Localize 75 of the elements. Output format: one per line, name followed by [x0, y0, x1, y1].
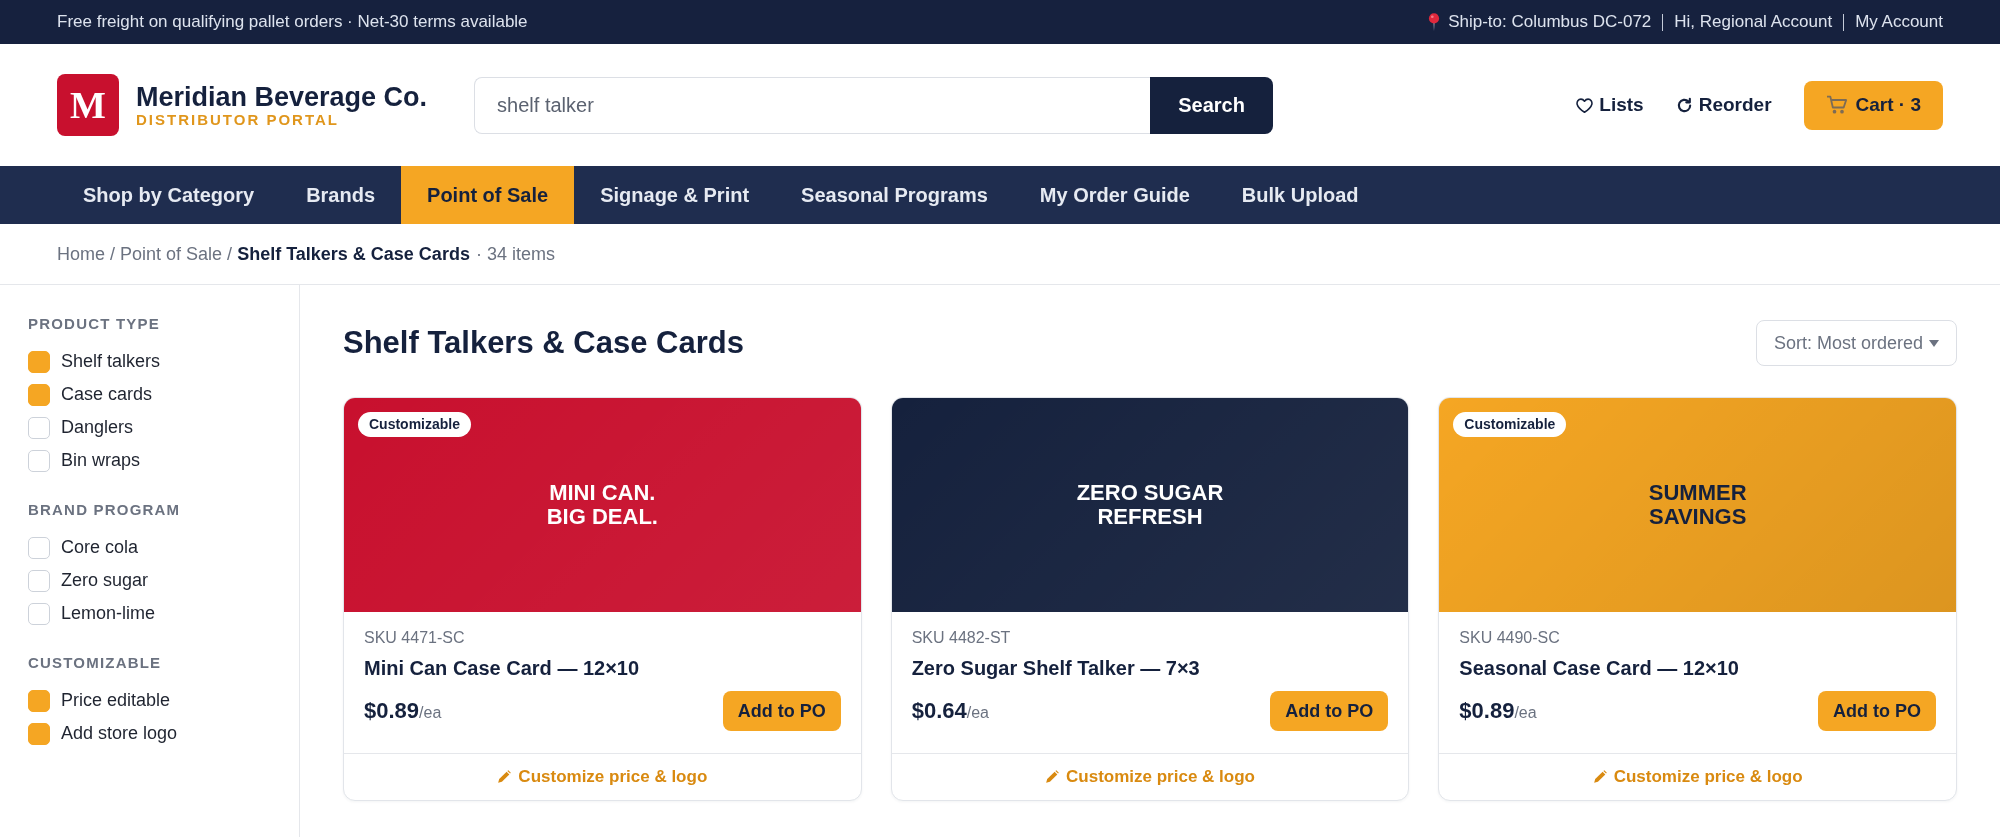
pencil-icon	[1045, 770, 1060, 784]
cart-button[interactable]: Cart · 3	[1803, 80, 1943, 130]
sku-text: SKU 4482-ST	[911, 628, 1012, 648]
product-name: Mini Can Case Card — 12×10	[364, 656, 641, 680]
customizable-badge: Customizable	[1453, 412, 1567, 437]
checkbox[interactable]	[28, 602, 50, 625]
cart-icon	[1825, 95, 1848, 115]
add-to-po-button[interactable]: Add to PO	[1818, 691, 1936, 731]
breadcrumb-link[interactable]: Point of Sale	[120, 243, 223, 265]
filter-option-label[interactable]: Add store logo	[61, 723, 178, 744]
greeting-text: Hi, Regional Account	[1674, 12, 1833, 32]
refresh-icon	[1675, 96, 1693, 114]
add-to-po-button[interactable]: Add to PO	[722, 691, 841, 731]
page-title: Shelf Talkers & Case Cards	[343, 325, 744, 361]
checkbox[interactable]	[28, 350, 50, 373]
brand-name: Meridian Beverage Co.	[136, 81, 428, 112]
checkbox[interactable]	[28, 536, 50, 559]
item-count: · 34 items	[475, 243, 555, 265]
filter-option-label[interactable]: Case cards	[61, 384, 153, 405]
promo-headline: SUMMER SAVINGS	[1648, 480, 1747, 530]
pencil-icon	[1592, 770, 1607, 784]
account-link[interactable]: My Account	[1855, 12, 1943, 32]
breadcrumb-current: Shelf Talkers & Case Cards	[237, 243, 470, 265]
product-name: Seasonal Case Card — 12×10	[1459, 656, 1740, 680]
nav-tab[interactable]: Bulk Upload	[1215, 166, 1385, 224]
checkbox[interactable]	[28, 449, 50, 472]
filter-option-label[interactable]: Lemon-lime	[61, 603, 156, 624]
ship-to-text: Ship-to: Columbus DC-072	[1448, 12, 1652, 32]
caret-icon	[1929, 339, 1939, 347]
filter-option-label[interactable]: Price editable	[61, 690, 171, 711]
nav-tab[interactable]: Seasonal Programs	[775, 166, 1014, 224]
add-to-po-button[interactable]: Add to PO	[1270, 691, 1389, 731]
lists-link[interactable]: Lists	[1576, 94, 1644, 116]
price: $0.64	[911, 698, 967, 724]
sku-text: SKU 4471-SC	[364, 628, 466, 648]
logo-mark: M	[57, 74, 119, 136]
filter-heading: BRAND PROGRAM	[28, 501, 182, 519]
pencil-icon	[497, 770, 512, 784]
nav-tab[interactable]: Point of Sale	[401, 166, 575, 224]
filter-heading: PRODUCT TYPE	[28, 315, 161, 333]
unit-label: /ea	[419, 704, 442, 722]
sort-dropdown[interactable]: Sort: Most ordered	[1755, 320, 1957, 366]
breadcrumb-link[interactable]: Home	[57, 243, 105, 265]
checkbox[interactable]	[28, 722, 50, 745]
breadcrumb-separator: /	[227, 243, 233, 265]
filter-option-label[interactable]: Core cola	[61, 537, 139, 558]
unit-label: /ea	[966, 704, 989, 722]
checkbox[interactable]	[28, 383, 50, 406]
nav-tab[interactable]: My Order Guide	[1013, 166, 1216, 224]
filter-heading: CUSTOMIZABLE	[28, 654, 163, 672]
checkbox[interactable]	[28, 689, 50, 712]
filter-option-label[interactable]: Shelf talkers	[61, 351, 161, 372]
nav-tab[interactable]: Signage & Print	[574, 166, 776, 224]
breadcrumb-separator: /	[110, 243, 116, 265]
unit-label: /ea	[1514, 704, 1537, 722]
product-name: Zero Sugar Shelf Talker — 7×3	[911, 656, 1201, 680]
heart-icon	[1576, 96, 1594, 114]
nav-tab[interactable]: Brands	[280, 166, 402, 224]
checkbox[interactable]	[28, 569, 50, 592]
promo-headline: ZERO SUGAR REFRESH	[1076, 480, 1224, 530]
search-field[interactable]: shelf talker	[474, 76, 1151, 134]
filter-option-label[interactable]: Bin wraps	[61, 450, 141, 471]
reorder-link[interactable]: Reorder	[1675, 94, 1772, 116]
checkbox[interactable]	[28, 416, 50, 439]
filter-option-label[interactable]: Zero sugar	[61, 570, 149, 591]
search-button[interactable]: Search	[1150, 76, 1274, 134]
price: $0.89	[364, 698, 420, 724]
sku-text: SKU 4490-SC	[1459, 628, 1561, 648]
filter-option-label[interactable]: Danglers	[61, 417, 134, 438]
brand-tagline: DISTRIBUTOR PORTAL	[136, 111, 339, 129]
promo-headline: MINI CAN. BIG DEAL.	[546, 480, 658, 530]
promo-text: Free freight on qualifying pallet orders · Net-30 terms available	[57, 12, 528, 32]
customizable-badge: Customizable	[358, 412, 471, 437]
nav-tab[interactable]: Shop by Category	[57, 166, 281, 224]
price: $0.89	[1459, 698, 1515, 724]
